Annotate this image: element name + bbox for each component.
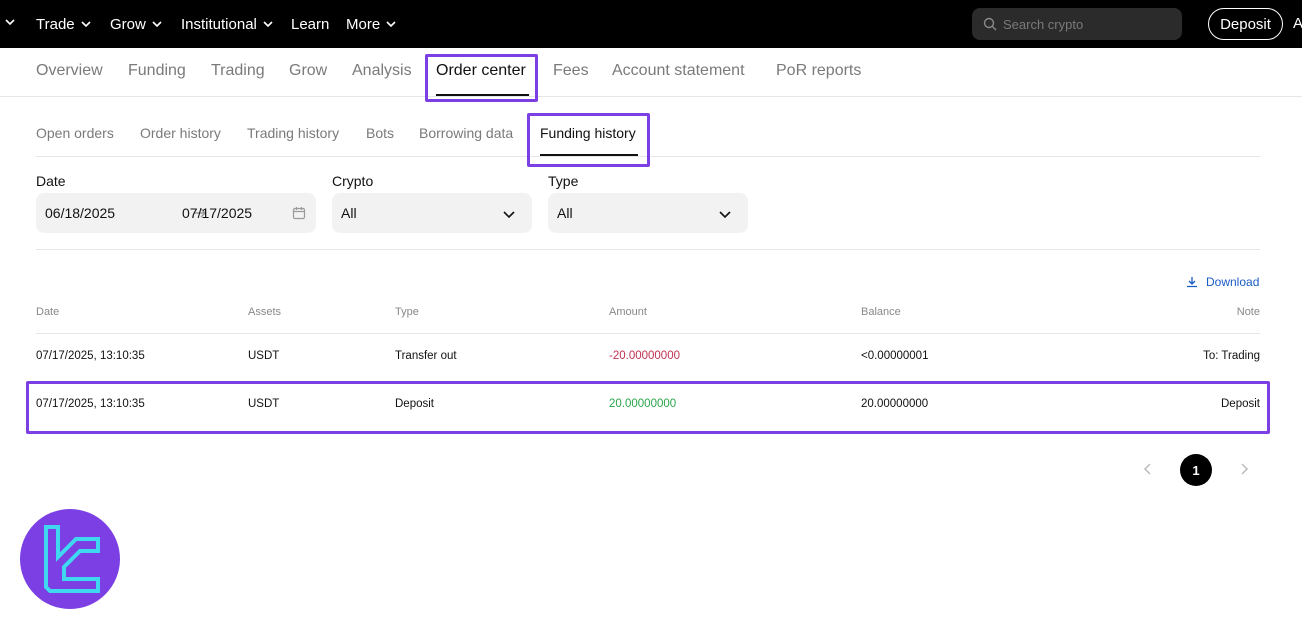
subtab-bots[interactable]: Bots: [366, 125, 394, 141]
pagination-current-page[interactable]: 1: [1180, 454, 1212, 486]
watermark-logo: [20, 509, 120, 609]
chevron-down-icon: [718, 207, 732, 221]
top-navigation-bar: Trade Grow Institutional Learn More Depo…: [0, 0, 1302, 48]
account-avatar[interactable]: A: [1293, 15, 1302, 32]
tab-trading[interactable]: Trading: [211, 62, 265, 80]
column-header-date: Date: [36, 306, 59, 318]
chevron-down-icon: [151, 18, 163, 30]
calendar-icon[interactable]: [292, 206, 306, 220]
nav-menu-label: Trade: [36, 16, 75, 33]
chevron-down-icon: [385, 18, 397, 30]
tab-account-statement[interactable]: Account statement: [612, 62, 745, 80]
tab-funding[interactable]: Funding: [128, 62, 186, 80]
tab-por-reports[interactable]: PoR reports: [776, 62, 861, 80]
cell-note: To: Trading: [1203, 350, 1260, 362]
chevron-down-icon: [80, 18, 92, 30]
crypto-select-value: All: [341, 205, 357, 221]
date-to-value[interactable]: 07/17/2025: [182, 205, 252, 221]
download-label: Download: [1206, 275, 1259, 289]
highlight-box: [527, 113, 650, 167]
cell-type: Transfer out: [395, 350, 457, 362]
nav-menu-institutional[interactable]: Institutional: [181, 0, 274, 48]
subtab-order-history[interactable]: Order history: [140, 125, 221, 141]
subtab-trading-history[interactable]: Trading history: [247, 125, 339, 141]
main-tab-bar: Overview Funding Trading Grow Analysis O…: [0, 48, 1302, 97]
column-header-amount: Amount: [609, 306, 647, 318]
search-icon: [983, 17, 997, 31]
nav-menu-learn[interactable]: Learn: [291, 0, 329, 48]
nav-menu-label: Learn: [291, 16, 329, 33]
date-from-value[interactable]: 06/18/2025: [45, 205, 115, 221]
date-range-picker[interactable]: 06/18/2025 07/17/2025: [36, 193, 316, 233]
column-header-note: Note: [1237, 306, 1260, 318]
type-filter-label: Type: [548, 173, 578, 189]
chevron-left-icon[interactable]: [1141, 462, 1155, 476]
tab-grow[interactable]: Grow: [289, 62, 327, 80]
column-header-balance: Balance: [861, 306, 901, 318]
nav-menu-label: Institutional: [181, 16, 257, 33]
date-filter-label: Date: [36, 173, 66, 189]
download-icon: [1186, 276, 1198, 288]
nav-menu-trade[interactable]: Trade: [36, 0, 92, 48]
chevron-right-icon[interactable]: [1237, 462, 1251, 476]
search-box[interactable]: [972, 8, 1182, 40]
tab-overview[interactable]: Overview: [36, 62, 103, 80]
nav-menu-label: More: [346, 16, 380, 33]
subtab-borrowing-data[interactable]: Borrowing data: [419, 125, 513, 141]
divider: [36, 249, 1260, 250]
divider: [36, 333, 1260, 334]
deposit-button[interactable]: Deposit: [1208, 8, 1283, 40]
crypto-select[interactable]: All: [332, 193, 532, 233]
download-button[interactable]: Download: [1186, 275, 1259, 289]
type-select[interactable]: All: [548, 193, 748, 233]
nav-menu-label: Grow: [110, 16, 146, 33]
cell-amount: -20.00000000: [609, 350, 680, 362]
chevron-down-icon: [502, 207, 516, 221]
nav-menu-grow[interactable]: Grow: [110, 0, 163, 48]
cell-asset: USDT: [248, 350, 279, 362]
column-header-assets: Assets: [248, 306, 281, 318]
chevron-down-icon: [262, 18, 274, 30]
type-select-value: All: [557, 205, 573, 221]
column-header-type: Type: [395, 306, 419, 318]
highlight-box: [26, 381, 1270, 434]
cell-balance: <0.00000001: [861, 350, 928, 362]
search-input[interactable]: [1003, 17, 1173, 32]
cell-date: 07/17/2025, 13:10:35: [36, 350, 145, 362]
crypto-filter-label: Crypto: [332, 173, 373, 189]
chevron-down-icon[interactable]: [4, 16, 16, 28]
highlight-box: [425, 54, 538, 102]
subtab-open-orders[interactable]: Open orders: [36, 125, 114, 141]
nav-menu-more[interactable]: More: [346, 0, 397, 48]
tab-analysis[interactable]: Analysis: [352, 62, 412, 80]
tab-fees[interactable]: Fees: [553, 62, 589, 80]
